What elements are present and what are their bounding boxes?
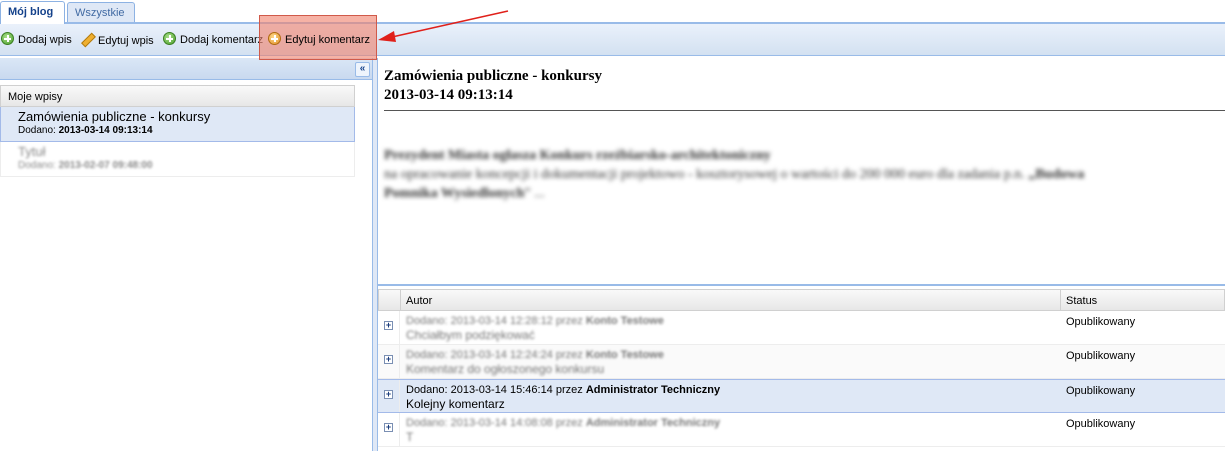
column-header-author[interactable]: Autor [406, 290, 432, 312]
add-post-label: Dodaj wpis [18, 34, 72, 46]
comment-meta: Dodano: 2013-03-14 14:08:08 przez Admini… [406, 417, 721, 429]
tab-bar: Mój blog Wszystkie [0, 0, 1225, 24]
column-separator [1060, 290, 1061, 311]
left-panel-header: « [0, 58, 372, 80]
comment-meta: Dodano: 2013-03-14 12:28:12 przez Konto … [406, 315, 664, 327]
comment-status: Opublikowany [1066, 418, 1136, 430]
post-list-item-date: Dodano: 2013-03-14 09:13:14 [18, 125, 153, 136]
collapse-panel-button[interactable]: « [355, 62, 370, 77]
column-header-status[interactable]: Status [1066, 290, 1097, 312]
column-separator [400, 290, 401, 311]
comment-text: Komentarz do ogłoszonego konkursu [406, 362, 605, 376]
post-detail-panel: Zamówienia publiczne - konkursy 2013-03-… [378, 58, 1225, 451]
post-list-item-title: Tytuł [18, 144, 46, 159]
expand-row-icon[interactable]: + [384, 390, 393, 399]
comment-status: Opublikowany [1066, 385, 1136, 397]
my-posts-grid: Moje wpisy Zamówienia publiczne - konkur… [0, 85, 355, 177]
pencil-icon [80, 32, 94, 46]
expand-row-icon[interactable]: + [384, 423, 393, 432]
comment-text: Chciałbym podziękować [406, 328, 535, 342]
my-posts-panel: « Moje wpisy Zamówienia publiczne - konk… [0, 58, 372, 451]
tab-all[interactable]: Wszystkie [67, 2, 135, 22]
expand-row-icon[interactable]: + [384, 321, 393, 330]
table-row[interactable]: + Dodano: 2013-03-14 15:46:14 przez Admi… [378, 379, 1225, 413]
post-list-item-title: Zamówienia publiczne - konkursy [18, 109, 211, 124]
add-icon [163, 32, 176, 45]
edit-post-label: Edytuj wpis [98, 35, 154, 47]
tab-my-blog[interactable]: Mój blog [0, 1, 65, 24]
comment-text: Kolejny komentarz [406, 397, 505, 411]
post-list-item[interactable]: Tytuł Dodano: 2013-02-07 09:48:00 [0, 142, 355, 177]
table-row[interactable]: + Dodano: 2013-03-14 12:28:12 przez Kont… [378, 311, 1225, 345]
edit-comment-label: Edytuj komentarz [285, 34, 370, 46]
edit-comment-icon [268, 32, 281, 45]
post-title: Zamówienia publiczne - konkursy 2013-03-… [384, 68, 602, 103]
post-list-item[interactable]: Zamówienia publiczne - konkursy Dodano: … [0, 107, 355, 142]
post-divider [384, 110, 1225, 111]
comment-status: Opublikowany [1066, 316, 1136, 328]
post-body: Prezydent Miasta ogłasza Konkurs rzeźbia… [384, 148, 1085, 201]
comment-meta: Dodano: 2013-03-14 15:46:14 przez Admini… [406, 384, 721, 396]
add-icon [1, 32, 14, 45]
my-posts-column-header[interactable]: Moje wpisy [0, 85, 355, 107]
table-row[interactable]: + Dodano: 2013-03-14 14:08:08 przez Admi… [378, 413, 1225, 447]
table-row[interactable]: + Dodano: 2013-03-14 12:24:24 przez Kont… [378, 345, 1225, 379]
comments-grid: Autor Status + Dodano: 2013-03-14 12:28:… [378, 289, 1225, 447]
edit-comment-button[interactable]: Edytuj komentarz [268, 32, 370, 48]
add-comment-label: Dodaj komentarz [180, 34, 264, 46]
post-content-area: Zamówienia publiczne - konkursy 2013-03-… [378, 58, 1225, 286]
comment-status: Opublikowany [1066, 350, 1136, 362]
add-post-button[interactable]: Dodaj wpis [1, 32, 72, 48]
toolbar: Dodaj wpis Edytuj wpis Dodaj komentarz [0, 24, 1225, 56]
annotation-arrow-icon [378, 10, 509, 42]
post-date: 2013-03-14 09:13:14 [384, 87, 513, 103]
comment-meta: Dodano: 2013-03-14 12:24:24 przez Konto … [406, 349, 664, 361]
post-list-item-date: Dodano: 2013-02-07 09:48:00 [18, 160, 153, 171]
comments-grid-header: Autor Status [378, 289, 1225, 311]
add-comment-button[interactable]: Dodaj komentarz [163, 32, 263, 48]
expand-row-icon[interactable]: + [384, 355, 393, 364]
edit-post-button[interactable]: Edytuj wpis [80, 32, 154, 48]
comment-text: T [406, 430, 414, 444]
